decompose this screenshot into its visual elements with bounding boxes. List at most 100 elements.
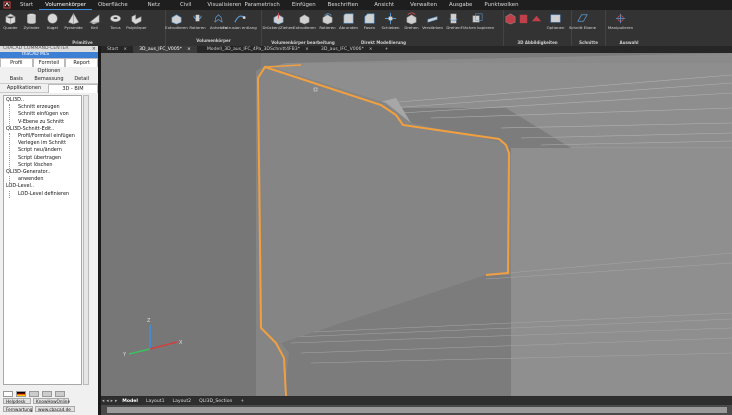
knowhow-button[interactable]: KnowHowOnline (33, 398, 70, 404)
zylinder-button[interactable]: Zylinder (22, 12, 42, 30)
layout-tab-layout1[interactable]: Layout1 (142, 399, 169, 404)
tree-item[interactable]: Script löschen (18, 162, 79, 169)
tree-item[interactable]: LOD-Level definieren (18, 191, 79, 198)
tree-scrollbar[interactable] (83, 95, 89, 385)
language-flags (3, 391, 65, 397)
close-icon[interactable]: × (187, 46, 191, 53)
drehen-button[interactable]: Drehen (402, 12, 422, 30)
menu-parametrisch[interactable]: Parametrisch (243, 0, 285, 10)
extrudieren-button[interactable]: Extrudieren (165, 12, 188, 30)
menu-oberflaeche[interactable]: Oberfläche (92, 0, 134, 10)
tab-optionen[interactable]: Optionen (0, 68, 98, 74)
menu-visualisieren[interactable]: Visualisieren (201, 0, 243, 10)
doc-tab-start[interactable]: Start × (101, 46, 133, 53)
group-title-auswahl: Auswahl (619, 40, 639, 45)
flag-icon[interactable] (42, 391, 52, 397)
tree-children: Schnitt erzeugen Schnitt einfügen von V-… (9, 104, 79, 126)
tree-item[interactable]: Script neu/ändern (18, 147, 79, 154)
rotieren-button[interactable]: Rotieren (188, 12, 208, 30)
tree-item[interactable]: Verlegen im Schnitt (18, 140, 79, 147)
menu-ansicht[interactable]: Ansicht (364, 0, 404, 10)
pyramide-button[interactable]: Pyramide (64, 12, 84, 30)
schieben-button[interactable]: Schieben (381, 12, 401, 30)
menu-netz[interactable]: Netz (134, 0, 174, 10)
menu-punktwolken[interactable]: Punktwolken (478, 0, 524, 10)
app-logo-icon[interactable] (0, 0, 14, 10)
fasen-button[interactable]: Fasen (360, 12, 380, 30)
model-viewport[interactable]: Z X Y (101, 53, 732, 396)
flaechen-kopieren-button[interactable]: Flächen kopieren (461, 12, 494, 30)
flag-icon[interactable] (29, 391, 39, 397)
verstaerken-button[interactable]: Verstärken (422, 12, 443, 30)
schnitt-ebene-button[interactable]: Schnitt Ebene (569, 12, 596, 30)
close-icon[interactable]: × (92, 46, 96, 52)
flag-uk-icon[interactable] (3, 391, 13, 397)
tab-profil[interactable]: Profil (0, 57, 33, 67)
tree-node-lod-level[interactable]: LOD-Level.. (6, 183, 79, 190)
flag-icon[interactable] (55, 391, 65, 397)
doc-tab-active[interactable]: 3D_aus_IFC_V005* × (133, 46, 197, 53)
keil-button[interactable]: Keil (85, 12, 105, 30)
menu-beschriften[interactable]: Beschriften (322, 0, 365, 10)
close-icon[interactable]: × (123, 46, 127, 53)
fernwartung-button[interactable]: Fernwartung (3, 406, 33, 412)
tree-item[interactable]: V-Ebene zu Schnitt (18, 119, 79, 126)
optionen-button[interactable]: Optionen (544, 12, 568, 30)
abbild-2-button[interactable] (518, 12, 530, 25)
extrudieren-face-button[interactable]: Extrudieren (293, 12, 317, 30)
tree-node-qli3d[interactable]: QLI3D.. (6, 97, 79, 104)
menu-civil[interactable]: Civil (174, 0, 201, 10)
abbild-3-button[interactable] (531, 12, 543, 25)
menu-volumenkoerper[interactable]: Volumenkörper (39, 0, 93, 10)
menu-verwalten[interactable]: Verwalten (404, 0, 443, 10)
polykoerper-button[interactable]: Polykörper (126, 12, 147, 30)
tree-item[interactable]: Script übertragen (18, 155, 79, 162)
menu-start[interactable]: Start (14, 0, 39, 10)
flag-de-icon[interactable] (16, 391, 26, 397)
layout-tab-layout2[interactable]: Layout2 (169, 399, 196, 404)
document-tabs: Start × 3D_aus_IFC_V005* × Modell_3D_aus_I… (101, 46, 732, 53)
doc-tab[interactable]: Modell_3D_aus_IFC_4Pa_3DSchnitt4FB3* × (197, 46, 315, 53)
3d-model-view: Z X Y (101, 53, 732, 396)
tree-node-generator[interactable]: QLI3D-Generator.. (6, 169, 79, 176)
manipulieren-button[interactable]: Manipulieren (607, 12, 635, 30)
command-input[interactable] (107, 407, 727, 413)
abbild-1-button[interactable] (505, 12, 517, 25)
tab-formteil[interactable]: Formteil (32, 57, 66, 67)
extrusion-entlang-button[interactable]: Extrusion entlang (222, 12, 257, 30)
menu-einfuegen[interactable]: Einfügen (286, 0, 322, 10)
panel-title: CRACAD COMMAND-CENTER × (0, 46, 98, 52)
tab-applikationen[interactable]: Applikationen (0, 85, 48, 91)
tab-3d-bim[interactable]: 3D - BIM (48, 83, 98, 93)
abrunden-button[interactable]: Abrunden (339, 12, 359, 30)
kugel-button[interactable]: Kugel (43, 12, 63, 30)
torus-icon (110, 14, 121, 23)
doc-tab[interactable]: 3D_aus_IFC_V006* × (315, 46, 379, 53)
tree-item[interactable]: anwenden (18, 176, 79, 183)
new-tab-button[interactable]: + (379, 46, 395, 53)
tab-basis[interactable]: Basis (0, 76, 33, 82)
close-icon[interactable]: × (369, 46, 373, 53)
tab-detail[interactable]: Detail (65, 76, 98, 82)
tab-bemassung[interactable]: Bemassung (33, 76, 66, 82)
menu-ausgabe[interactable]: Ausgabe (443, 0, 478, 10)
helpdesk-button[interactable]: Helpdesk (3, 398, 31, 404)
tree-item[interactable]: Schnitt erzeugen (18, 104, 79, 111)
ribbon-group-direkt: Drücken/Ziehen Extrudieren Rotieren Abru… (263, 10, 504, 46)
layout-tab-section[interactable]: QLI3D_Section (195, 399, 236, 404)
group-title-schnitte: Schnitte (579, 40, 598, 45)
add-layout-button[interactable]: + (236, 399, 248, 404)
torus-button[interactable]: Torus (106, 12, 126, 30)
panel-tabs-row1: Profil Formteil Report (0, 57, 99, 67)
website-button[interactable]: www.cbacad.de (35, 406, 75, 412)
druecken-ziehen-button[interactable]: Drücken/Ziehen (263, 12, 293, 30)
tree-node-schnitt-edit[interactable]: QLI3D-Schnitt-Edit.. (6, 126, 79, 133)
tree-item[interactable]: Profil/Formteil einfügen (18, 133, 79, 140)
menu-bar: Start Volumenkörper Oberfläche Netz Civi… (0, 0, 732, 10)
layout-tab-model[interactable]: Model (118, 399, 142, 404)
close-icon[interactable]: × (305, 46, 309, 53)
tab-report[interactable]: Report (65, 57, 99, 67)
rotieren-face-button[interactable]: Rotieren (318, 12, 338, 30)
tree-item[interactable]: Schnitt einfügen von (18, 111, 79, 118)
quader-button[interactable]: Quader (1, 12, 21, 30)
